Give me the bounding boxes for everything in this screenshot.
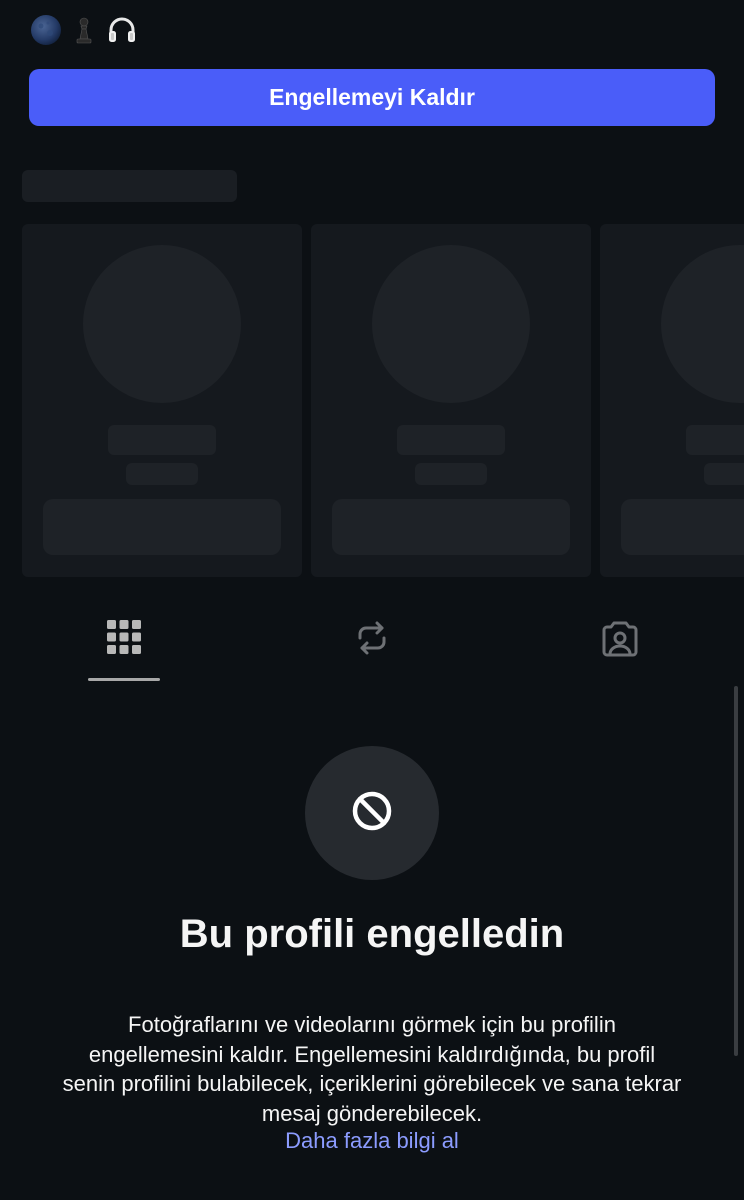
blocked-title: Bu profili engelledin [179,912,565,956]
name-placeholder [108,425,216,455]
learn-more-link[interactable]: Daha fazla bilgi al [0,1128,744,1154]
suggestion-card-placeholder [600,224,744,577]
blocked-icon-circle [305,746,439,880]
suggestion-card-placeholder [311,224,591,577]
active-tab-indicator [88,678,160,681]
name-placeholder [397,425,505,455]
tab-tagged[interactable] [580,605,660,681]
profile-page: Engellemeyi Kaldır Bu profili engelledin… [0,0,744,1200]
avatar-placeholder [83,245,241,403]
unblock-button[interactable]: Engellemeyi Kaldır [29,69,715,126]
tagged-person-icon [600,618,640,663]
suggestion-card-placeholder [22,224,302,577]
profile-tabs [0,605,744,685]
subtitle-placeholder [126,463,198,485]
subtitle-placeholder [415,463,487,485]
emoji-row [30,14,138,46]
chess-pawn-icon [68,14,100,46]
scrollbar[interactable] [734,686,738,1056]
blue-moon-icon [30,14,62,46]
tab-posts-grid[interactable] [84,605,164,681]
block-icon [350,789,394,838]
follow-button-placeholder [43,499,281,555]
follow-button-placeholder [621,499,744,555]
avatar-placeholder [661,245,744,403]
blocked-description: Fotoğraflarını ve videolarını görmek içi… [62,1012,682,1126]
grid-icon [106,618,142,663]
repost-icon [352,618,392,663]
name-placeholder [686,425,744,455]
headphones-icon [106,14,138,46]
subtitle-placeholder [704,463,744,485]
avatar-placeholder [372,245,530,403]
suggestions-title-placeholder [22,170,237,202]
tab-reposts[interactable] [332,605,412,681]
follow-button-placeholder [332,499,570,555]
